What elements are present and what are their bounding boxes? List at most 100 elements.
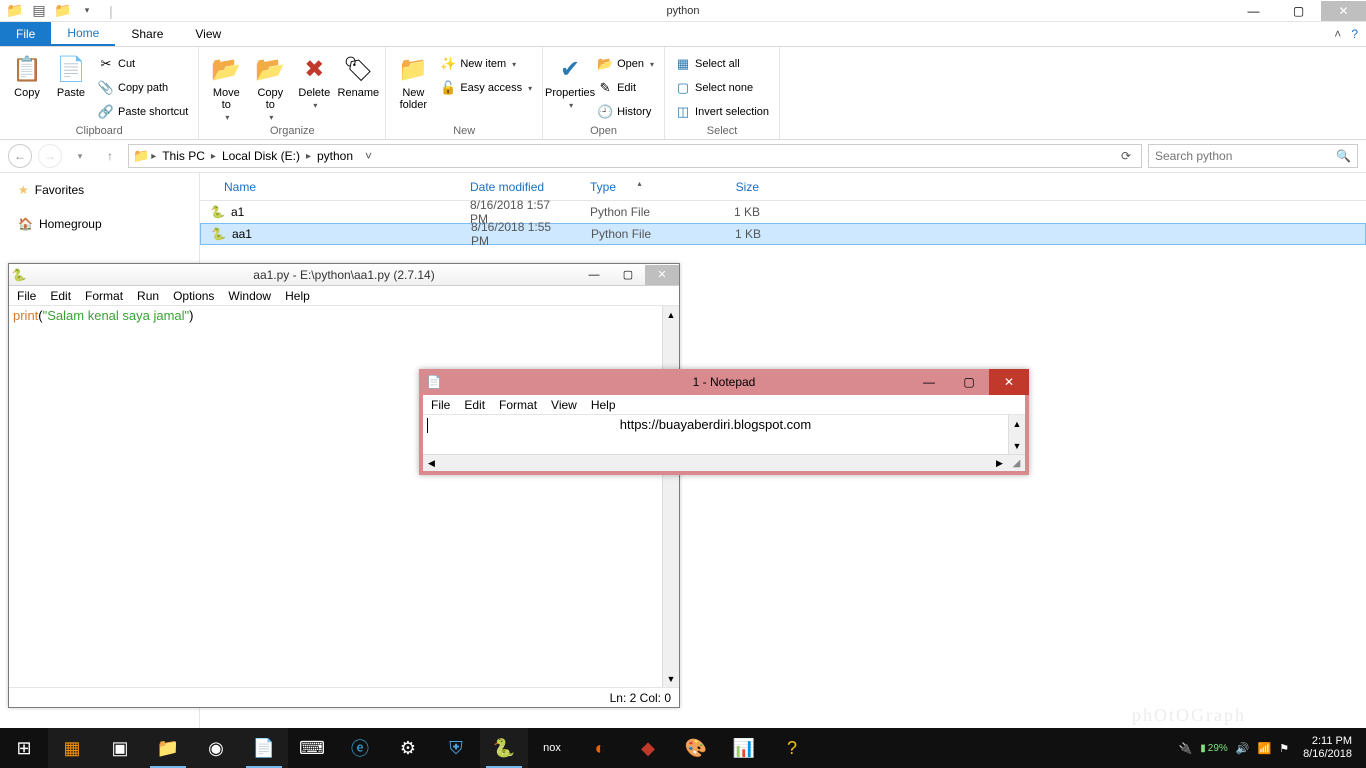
- taskbar-security[interactable]: ⛨: [432, 728, 480, 768]
- tab-view[interactable]: View: [179, 22, 237, 46]
- new-item-button[interactable]: New item: [436, 53, 536, 75]
- taskbar-paint[interactable]: 🎨: [672, 728, 720, 768]
- history-button[interactable]: History: [593, 101, 658, 123]
- taskbar-idle[interactable]: 🐍: [480, 728, 528, 768]
- taskbar-ie[interactable]: ⓔ: [336, 728, 384, 768]
- cut-button[interactable]: Cut: [94, 53, 192, 75]
- paste-shortcut-button[interactable]: Paste shortcut: [94, 101, 192, 123]
- easy-access-button[interactable]: Easy access: [436, 77, 536, 99]
- start-button[interactable]: ⊞: [0, 728, 48, 768]
- move-to-button[interactable]: Move to: [205, 51, 247, 122]
- notepad-minimize-button[interactable]: —: [909, 369, 949, 395]
- tab-home[interactable]: Home: [51, 22, 115, 46]
- qat-properties-icon[interactable]: ▤: [28, 1, 50, 21]
- col-type[interactable]: ▴Type: [580, 180, 700, 194]
- properties-button[interactable]: Properties: [549, 51, 591, 110]
- select-all-button[interactable]: Select all: [671, 53, 773, 75]
- idle-menu-help[interactable]: Help: [285, 289, 310, 303]
- tray-volume-icon[interactable]: 🔊: [1236, 742, 1250, 755]
- tray-power-icon[interactable]: 🔌: [1179, 742, 1193, 755]
- scroll-down-icon[interactable]: ▼: [663, 670, 679, 687]
- notepad-maximize-button[interactable]: ▢: [949, 369, 989, 395]
- notepad-window[interactable]: 📄 1 - Notepad — ▢ ✕ File Edit Format Vie…: [419, 369, 1029, 475]
- notepad-hscrollbar[interactable]: ◀ ▶ ◢: [423, 454, 1025, 471]
- np-menu-help[interactable]: Help: [591, 398, 616, 412]
- column-header-row[interactable]: Name Date modified ▴Type Size: [200, 173, 1366, 201]
- file-row[interactable]: aa1 8/16/2018 1:55 PM Python File 1 KB: [200, 223, 1366, 245]
- nav-homegroup[interactable]: Homegroup: [0, 213, 199, 235]
- idle-menu-edit[interactable]: Edit: [50, 289, 71, 303]
- open-button[interactable]: Open: [593, 53, 658, 75]
- system-tray[interactable]: 🔌 ▮29% 🔊 📶 ⚑ 2:11 PM 8/16/2018: [1171, 728, 1366, 768]
- scroll-right-icon[interactable]: ▶: [991, 458, 1008, 469]
- select-none-button[interactable]: Select none: [671, 77, 773, 99]
- idle-menu-file[interactable]: File: [17, 289, 36, 303]
- idle-minimize-button[interactable]: —: [577, 265, 611, 285]
- taskbar-chrome[interactable]: ◉: [192, 728, 240, 768]
- taskbar-firefox[interactable]: ◐: [576, 728, 624, 768]
- search-box[interactable]: [1148, 144, 1358, 168]
- nav-up-button[interactable]: ↑: [98, 144, 122, 168]
- explorer-titlebar[interactable]: ▤ 📁 ▾ | python — ▢ ✕: [0, 0, 1366, 22]
- idle-titlebar[interactable]: 🐍 aa1.py - E:\python\aa1.py (2.7.14) — ▢…: [9, 264, 679, 286]
- explorer-minimize-button[interactable]: —: [1231, 1, 1276, 21]
- idle-menu-options[interactable]: Options: [173, 289, 214, 303]
- paste-button[interactable]: Paste: [50, 51, 92, 99]
- copy-path-button[interactable]: Copy path: [94, 77, 192, 99]
- nav-recent-button[interactable]: ▾: [68, 144, 92, 168]
- rename-button[interactable]: Rename: [337, 51, 379, 99]
- qat-dropdown-icon[interactable]: ▾: [76, 1, 98, 21]
- idle-close-button[interactable]: ✕: [645, 265, 679, 285]
- delete-button[interactable]: Delete: [293, 51, 335, 110]
- notepad-close-button[interactable]: ✕: [989, 369, 1029, 395]
- taskbar-help[interactable]: ?: [768, 728, 816, 768]
- copy-to-button[interactable]: Copy to: [249, 51, 291, 122]
- idle-menu-format[interactable]: Format: [85, 289, 123, 303]
- address-dropdown[interactable]: ˅: [359, 149, 378, 163]
- taskbar[interactable]: ⊞ ▦ ▣ ◉ 📄 ⌨ ⓔ ⚙ ⛨ 🐍 nox ◐ ◆ 🎨 📊 ? 🔌 ▮29%…: [0, 728, 1366, 768]
- scroll-up-icon[interactable]: ▲: [1009, 415, 1025, 432]
- tray-battery[interactable]: ▮29%: [1200, 743, 1228, 754]
- ribbon-collapse-icon[interactable]: ˄: [1334, 27, 1341, 41]
- tray-flag-icon[interactable]: ⚑: [1279, 742, 1289, 755]
- crumb-folder[interactable]: python: [313, 149, 357, 163]
- np-menu-view[interactable]: View: [551, 398, 577, 412]
- scroll-down-icon[interactable]: ▼: [1009, 437, 1025, 454]
- taskbar-monitor[interactable]: 📊: [720, 728, 768, 768]
- scroll-left-icon[interactable]: ◀: [423, 458, 440, 469]
- tray-clock[interactable]: 2:11 PM 8/16/2018: [1297, 735, 1358, 761]
- resize-grip-icon[interactable]: ◢: [1008, 455, 1025, 471]
- refresh-button[interactable]: ⟳: [1115, 149, 1137, 163]
- np-menu-format[interactable]: Format: [499, 398, 537, 412]
- notepad-textarea[interactable]: https://buayaberdiri.blogspot.com: [423, 415, 1008, 454]
- col-date[interactable]: Date modified: [460, 180, 580, 194]
- taskbar-cmd[interactable]: ▣: [96, 728, 144, 768]
- nav-favorites[interactable]: Favorites: [0, 179, 199, 201]
- scroll-up-icon[interactable]: ▲: [663, 306, 679, 323]
- explorer-close-button[interactable]: ✕: [1321, 1, 1366, 21]
- crumb-drive[interactable]: Local Disk (E:): [218, 149, 304, 163]
- col-size[interactable]: Size: [700, 180, 770, 194]
- idle-window[interactable]: 🐍 aa1.py - E:\python\aa1.py (2.7.14) — ▢…: [8, 263, 680, 708]
- tab-share[interactable]: Share: [115, 22, 179, 46]
- taskbar-explorer[interactable]: [144, 728, 192, 768]
- crumb-this-pc[interactable]: This PC: [158, 149, 209, 163]
- idle-vscrollbar[interactable]: ▲▼: [662, 306, 679, 687]
- notepad-titlebar[interactable]: 📄 1 - Notepad — ▢ ✕: [419, 369, 1029, 395]
- tray-network-icon[interactable]: 📶: [1257, 742, 1271, 755]
- idle-editor[interactable]: print("Salam kenal saya jamal") ▲▼: [9, 306, 679, 687]
- taskbar-garena[interactable]: ◆: [624, 728, 672, 768]
- idle-maximize-button[interactable]: ▢: [611, 265, 645, 285]
- nav-forward-button[interactable]: →: [38, 144, 62, 168]
- notepad-vscrollbar[interactable]: ▲▼: [1008, 415, 1025, 454]
- idle-code-area[interactable]: print("Salam kenal saya jamal"): [9, 306, 662, 687]
- address-bar[interactable]: ▸ This PC ▸ Local Disk (E:) ▸ python ˅ ⟳: [128, 144, 1142, 168]
- taskbar-notepad[interactable]: 📄: [240, 728, 288, 768]
- search-input[interactable]: [1155, 149, 1336, 163]
- qat-newfolder-icon[interactable]: 📁: [52, 1, 74, 21]
- taskbar-nox[interactable]: nox: [528, 728, 576, 768]
- copy-button[interactable]: Copy: [6, 51, 48, 99]
- idle-menu-run[interactable]: Run: [137, 289, 159, 303]
- tab-file[interactable]: File: [0, 22, 51, 46]
- taskbar-app1[interactable]: ⚙: [384, 728, 432, 768]
